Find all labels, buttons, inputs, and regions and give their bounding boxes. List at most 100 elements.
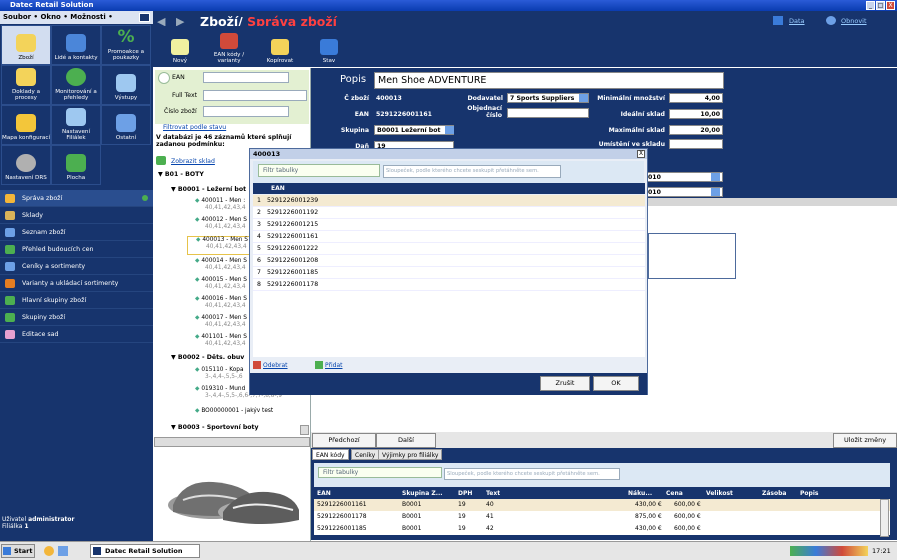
tree-item[interactable]: ◆ 400016 - Men S 40,41,42,43,4 [195, 296, 247, 309]
order-number-input[interactable] [507, 108, 589, 118]
copy-button[interactable]: Kopírovat [258, 28, 302, 66]
dialog-col-ean[interactable]: EAN [253, 183, 645, 194]
tile-goods[interactable]: Zboží [1, 25, 51, 65]
tree-item[interactable]: ◆ BO00000001 - jakýv test [195, 408, 273, 415]
minimize-button[interactable]: _ [866, 1, 875, 10]
new-button[interactable]: Nový [158, 28, 202, 66]
tile-other[interactable]: Ostatní [101, 105, 151, 145]
calendar-icon[interactable] [711, 188, 720, 196]
col-vat[interactable]: DPH [458, 490, 472, 497]
tile-drs-settings[interactable]: Nastavení DRS [1, 145, 51, 185]
tree-subgroup[interactable]: ▼ B0001 - Ležerní bot [171, 186, 246, 193]
folder-icon[interactable] [58, 546, 68, 556]
menu-file[interactable]: Soubor [3, 13, 31, 21]
browser-icon[interactable] [44, 546, 54, 556]
code-search-input[interactable] [203, 106, 289, 117]
col-ean[interactable]: EAN [317, 490, 331, 497]
list-item[interactable]: 4 5291226001161 [253, 231, 645, 243]
tile-people[interactable]: Lidé a kontakty [51, 25, 101, 65]
chevron-down-icon[interactable] [579, 94, 588, 102]
col-stock[interactable]: Zásoba [762, 490, 786, 497]
supplier-select[interactable]: 7 Sports Suppliers [507, 93, 589, 103]
tree-vertical-scrollbar[interactable] [300, 425, 309, 435]
dialog-close-button[interactable]: X [637, 150, 645, 158]
tree-horizontal-scrollbar[interactable] [154, 437, 310, 447]
filter-by-status-link[interactable]: Filtrovat podle stavu [163, 124, 226, 131]
list-item[interactable]: 2 5291226001192 [253, 207, 645, 219]
nav-sets[interactable]: Editace sad [0, 326, 153, 343]
location-input[interactable] [669, 139, 723, 149]
tree-item[interactable]: ◆ 400011 - Men :40,41,42,43,4 [195, 198, 246, 211]
col-description[interactable]: Popis [800, 490, 818, 497]
tree-item[interactable]: ◆ 015110 - Kopa 3-,4,4-,5,5-,6 [195, 367, 244, 380]
ideal-stock-input[interactable]: 10,00 [669, 109, 723, 119]
notes-field[interactable] [648, 233, 736, 279]
nav-goods-list[interactable]: Seznam zboží [0, 224, 153, 241]
tile-desktop[interactable]: Plocha [51, 145, 101, 185]
max-stock-input[interactable]: 20,00 [669, 125, 723, 135]
tree-item[interactable]: ◆ 400017 - Men S 40,41,42,43,4 [195, 315, 247, 328]
group-select[interactable]: B0001 Ležerní bot [374, 125, 454, 135]
nav-pricelists[interactable]: Ceníky a sortimenty [0, 258, 153, 275]
tree-group[interactable]: ▼ B01 - BOTY [158, 171, 204, 178]
ean-search-input[interactable] [203, 72, 289, 83]
tab-branch-exceptions[interactable]: Výjimky pro filiálky [378, 449, 443, 460]
tree-subgroup[interactable]: ▼ B0003 - Sportovní boty [171, 424, 259, 431]
grid-filter-input[interactable]: Filtr tabulky [318, 467, 442, 478]
nav-warehouses[interactable]: Sklady [0, 207, 153, 224]
list-item[interactable]: 7 5291226001185 [253, 267, 645, 279]
tree-item[interactable]: ◆ 400015 - Men S 40,41,42,43,4 [195, 277, 247, 290]
data-link[interactable]: Data [789, 17, 805, 25]
tile-outputs[interactable]: Výstupy [101, 65, 151, 105]
tile-branch-settings[interactable]: Nastavení Filiálek [51, 105, 101, 145]
status-button[interactable]: Stav [307, 28, 351, 66]
panel-collapse-icon[interactable] [139, 13, 150, 22]
nav-goods-management[interactable]: Správa zboží [0, 190, 153, 207]
show-warehouse-link[interactable]: Zobrazit sklad [171, 158, 215, 165]
chevron-down-icon[interactable] [445, 126, 454, 134]
col-size[interactable]: Velikost [706, 490, 733, 497]
maximize-button[interactable]: □ [876, 1, 885, 10]
menu-options[interactable]: Možnosti [70, 13, 106, 21]
tree-item-selected[interactable]: ◆ 400013 - Men S 40,41,42,43,4 [187, 236, 253, 255]
menu-window[interactable]: Okno [40, 13, 60, 21]
table-row[interactable]: 5291226001185 B0001 19 42 430,00 € 600,00 € [314, 523, 890, 535]
fulltext-search-input[interactable] [203, 90, 307, 101]
col-purchase[interactable]: Náku... [628, 490, 652, 497]
tree-item[interactable]: ◆ 400014 - Men S 40,41,42,43,4 [195, 258, 247, 271]
tab-pricelists[interactable]: Ceníky [351, 449, 380, 460]
refresh-link[interactable]: Obnovit [841, 17, 867, 25]
tree-item[interactable]: ◆ 401101 - Men S 40,41,42,43,4 [195, 334, 247, 347]
cancel-button[interactable]: Zrušit [540, 376, 590, 391]
grid-scrollbar[interactable] [880, 499, 889, 537]
tree-item[interactable]: ◆ 400012 - Men S 40,41,42,43,4 [195, 217, 247, 230]
close-button[interactable]: X [886, 1, 895, 10]
tile-promo[interactable]: % Promoakce a poukazky [101, 25, 151, 65]
tray-icons[interactable] [790, 546, 868, 556]
previous-button[interactable]: Předchozí [312, 433, 376, 448]
col-group[interactable]: Skupina Z... [402, 490, 443, 497]
next-button[interactable]: Další [376, 433, 436, 448]
tree-subgroup[interactable]: ▼ B0002 - Děts. obuv [171, 354, 244, 361]
taskbar-app[interactable]: Datec Retail Solution [90, 544, 200, 558]
list-item[interactable]: 8 5291226001178 [253, 279, 645, 291]
list-item[interactable]: 5 5291226001222 [253, 243, 645, 255]
col-price[interactable]: Cena [666, 490, 683, 497]
nav-variants[interactable]: Varianty a ukládací sortimenty [0, 275, 153, 292]
tile-documents[interactable]: Doklady a procesy [1, 65, 51, 105]
min-qty-input[interactable]: 4,00 [669, 93, 723, 103]
ean-variants-button[interactable]: EAN kódy / varianty [207, 28, 251, 66]
save-changes-button[interactable]: Uložit změny [833, 433, 897, 448]
list-item[interactable]: 6 5291226001208 [253, 255, 645, 267]
nav-groups[interactable]: Skupiny zboží [0, 309, 153, 326]
table-row[interactable]: 5291226001161 B0001 19 40 430,00 € 600,00 € [314, 499, 890, 511]
tile-config-map[interactable]: Mapa konfigurací [1, 105, 51, 145]
remove-link[interactable]: Odebrat [263, 362, 288, 369]
tab-ean-codes[interactable]: EAN kódy [312, 449, 349, 460]
calendar-icon[interactable] [711, 173, 720, 181]
add-link[interactable]: Přidat [325, 362, 342, 369]
col-text[interactable]: Text [486, 490, 500, 497]
list-item[interactable]: 1 5291226001239 [253, 195, 645, 207]
nav-future-prices[interactable]: Přehled budoucích cen [0, 241, 153, 258]
table-row[interactable]: 5291226001178 B0001 19 41 875,00 € 600,00 € [314, 511, 890, 523]
